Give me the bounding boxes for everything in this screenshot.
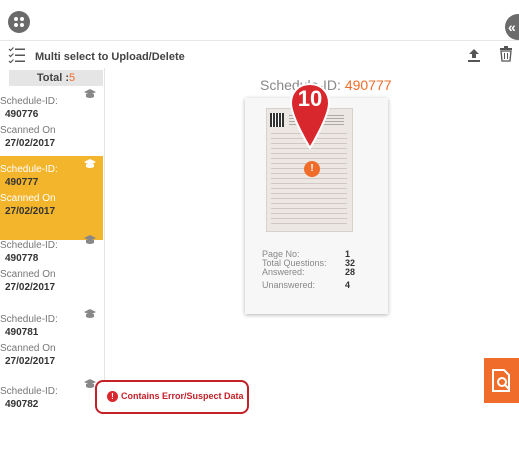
- alert-icon: !: [107, 391, 118, 402]
- graduation-cap-icon: [84, 89, 96, 98]
- graduation-cap-icon: [84, 235, 96, 244]
- graduation-cap-icon: [84, 309, 96, 318]
- upload-icon[interactable]: [466, 47, 482, 63]
- app-menu-icon[interactable]: [8, 11, 30, 33]
- top-bar: [0, 0, 519, 41]
- total-count: Total :5: [9, 70, 103, 86]
- stat-label: Unanswered:: [262, 280, 316, 290]
- qr-code-icon: [270, 113, 284, 127]
- scan-search-button[interactable]: [484, 358, 519, 403]
- list-item[interactable]: Schedule-ID: 490782: [0, 378, 103, 462]
- error-marker-icon[interactable]: !: [304, 161, 320, 177]
- list-item[interactable]: Schedule-ID: 490778 Scanned On 27/02/201…: [0, 232, 103, 316]
- error-legend-label: Contains Error/Suspect Data: [121, 391, 244, 401]
- trash-icon[interactable]: [499, 46, 513, 62]
- stat-label: Answered:: [262, 267, 305, 277]
- graduation-cap-icon: [84, 159, 96, 168]
- callout-number: 10: [297, 86, 323, 111]
- list-item-selected[interactable]: Schedule-ID: 490777 Scanned On 27/02/201…: [0, 156, 103, 240]
- multi-select-icon[interactable]: [8, 46, 26, 64]
- multi-select-label[interactable]: Multi select to Upload/Delete: [35, 51, 185, 63]
- stat-value: 4: [345, 280, 351, 290]
- stat-value: 28: [345, 267, 356, 277]
- error-legend: ! Contains Error/Suspect Data: [95, 380, 249, 414]
- document-search-icon: [492, 369, 510, 392]
